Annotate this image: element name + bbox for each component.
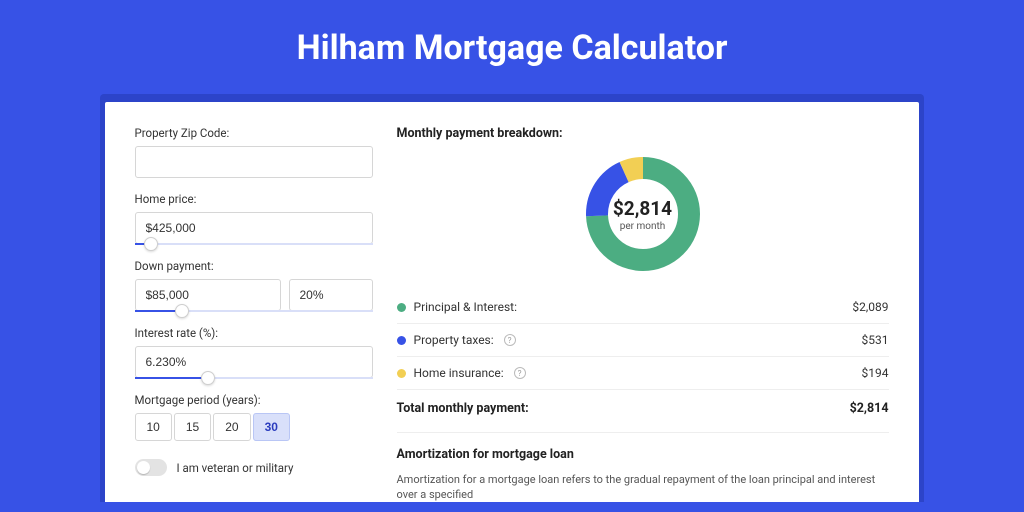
down-label: Down payment: (135, 259, 373, 273)
total-value: $2,814 (850, 401, 889, 416)
period-label: Mortgage period (years): (135, 393, 373, 407)
page-title: Hilham Mortgage Calculator (0, 0, 1024, 94)
legend: Principal & Interest: $2,089 Property taxe… (397, 291, 889, 390)
veteran-toggle[interactable] (135, 459, 167, 476)
down-slider[interactable] (135, 310, 373, 312)
legend-left: Principal & Interest: (397, 300, 518, 314)
donut-center: $2,814 per month (584, 155, 702, 273)
legend-dot-icon (397, 303, 406, 312)
legend-left: Home insurance:? (397, 366, 526, 380)
down-row (135, 279, 373, 311)
period-option-30[interactable]: 30 (253, 413, 290, 441)
veteran-label: I am veteran or military (177, 461, 294, 475)
amort-title: Amortization for mortgage loan (397, 432, 889, 462)
rate-slider-fill (135, 377, 209, 379)
legend-amount: $194 (862, 366, 889, 380)
legend-dot-icon (397, 369, 406, 378)
rate-input[interactable] (135, 346, 373, 378)
zip-input[interactable] (135, 146, 373, 178)
info-icon[interactable]: ? (514, 367, 526, 379)
legend-amount: $2,089 (852, 300, 888, 314)
donut-chart: $2,814 per month (584, 155, 702, 273)
field-rate: Interest rate (%): (135, 326, 373, 379)
field-zip: Property Zip Code: (135, 126, 373, 178)
card-shadow: Property Zip Code: Home price: Down paym… (100, 94, 924, 502)
total-label: Total monthly payment: (397, 401, 529, 416)
legend-amount: $531 (862, 333, 889, 347)
down-percent-input[interactable] (289, 279, 373, 311)
breakdown-panel: Monthly payment breakdown: $2,814 per mo… (397, 126, 889, 502)
legend-dot-icon (397, 336, 406, 345)
price-slider-thumb[interactable] (144, 237, 158, 251)
field-down: Down payment: (135, 259, 373, 312)
zip-label: Property Zip Code: (135, 126, 373, 140)
period-option-20[interactable]: 20 (213, 413, 250, 441)
info-icon[interactable]: ? (504, 334, 516, 346)
price-input[interactable] (135, 212, 373, 244)
price-slider[interactable] (135, 243, 373, 245)
legend-label: Home insurance: (414, 366, 504, 380)
period-option-15[interactable]: 15 (174, 413, 211, 441)
legend-row: Home insurance:? $194 (397, 357, 889, 390)
veteran-toggle-knob (137, 461, 150, 474)
legend-left: Property taxes:? (397, 333, 516, 347)
donut-amount: $2,814 (613, 197, 672, 220)
period-options: 10152030 (135, 413, 373, 441)
field-price: Home price: (135, 192, 373, 245)
donut-sub: per month (620, 221, 666, 232)
breakdown-title: Monthly payment breakdown: (397, 126, 889, 141)
legend-label: Property taxes: (414, 333, 494, 347)
down-slider-thumb[interactable] (175, 304, 189, 318)
veteran-row: I am veteran or military (135, 459, 373, 476)
donut-wrap: $2,814 per month (397, 155, 889, 273)
legend-row: Principal & Interest: $2,089 (397, 291, 889, 324)
form-panel: Property Zip Code: Home price: Down paym… (135, 126, 373, 502)
period-option-10[interactable]: 10 (135, 413, 172, 441)
legend-row: Property taxes:? $531 (397, 324, 889, 357)
down-amount-input[interactable] (135, 279, 281, 311)
price-label: Home price: (135, 192, 373, 206)
legend-label: Principal & Interest: (414, 300, 518, 314)
rate-label: Interest rate (%): (135, 326, 373, 340)
calculator-card: Property Zip Code: Home price: Down paym… (105, 102, 919, 502)
rate-slider-thumb[interactable] (201, 371, 215, 385)
total-row: Total monthly payment: $2,814 (397, 390, 889, 432)
field-period: Mortgage period (years): 10152030 (135, 393, 373, 441)
amort-text: Amortization for a mortgage loan refers … (397, 472, 889, 502)
rate-slider[interactable] (135, 377, 373, 379)
